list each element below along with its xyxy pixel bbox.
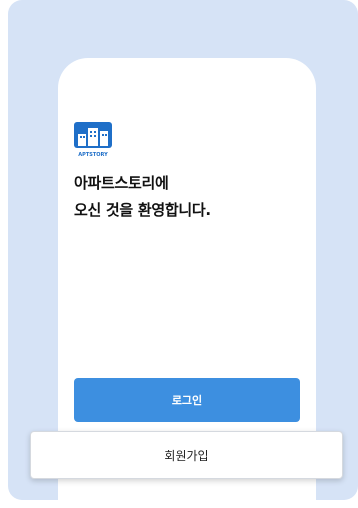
- welcome-line-1: 아파트스토리에: [74, 174, 169, 192]
- aptstory-logo-icon: APTSTORY: [74, 122, 112, 158]
- logo-text: APTSTORY: [78, 152, 108, 158]
- welcome-line-2: 오신 것을 환영합니다.: [74, 201, 211, 219]
- signup-button[interactable]: 회원가입: [30, 431, 343, 479]
- welcome-heading: 아파트스토리에 오신 것을 환영합니다.: [74, 170, 211, 224]
- login-button[interactable]: 로그인: [74, 378, 300, 422]
